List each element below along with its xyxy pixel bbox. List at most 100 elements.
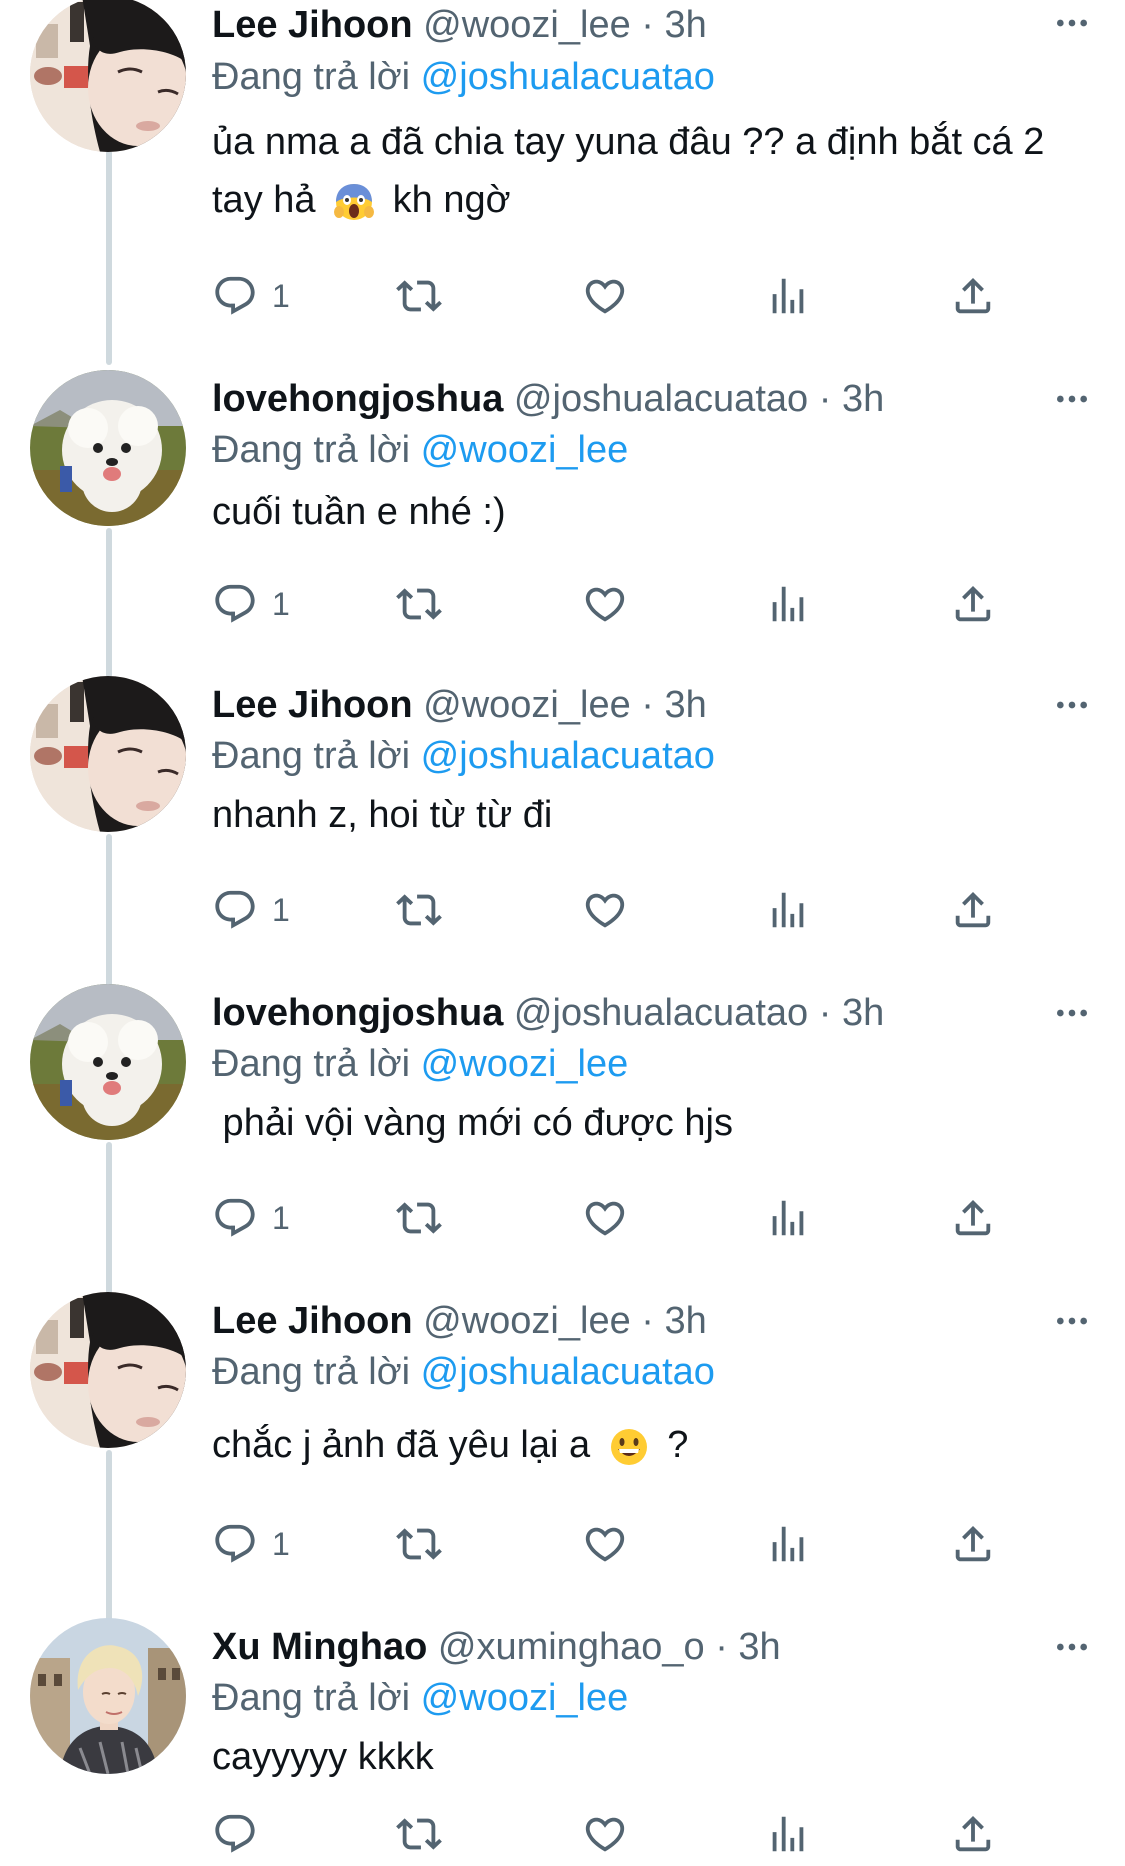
timestamp[interactable]: 3h [665, 1300, 707, 1342]
more-options-button[interactable] [1049, 682, 1095, 728]
retweet-button[interactable] [396, 1514, 442, 1574]
tweet[interactable]: Lee Jihoon @woozi_lee · 3h Đang trả lời … [0, 676, 1125, 990]
avatar[interactable] [30, 1618, 186, 1774]
tweet[interactable]: Xu Minghao @xuminghao_o · 3h Đang trả lờ… [0, 1618, 1125, 1866]
views-button[interactable] [765, 880, 811, 940]
tweet[interactable]: Lee Jihoon @woozi_lee · 3h Đang trả lời … [0, 1292, 1125, 1622]
reply-button[interactable]: 1 [212, 1188, 290, 1248]
replying-to: Đang trả lời @joshualacuatao [212, 54, 715, 100]
reply-button[interactable]: 1 [212, 1514, 290, 1574]
user-handle[interactable]: @woozi_lee [423, 684, 631, 726]
user-handle[interactable]: @joshualacuatao [514, 378, 808, 420]
avatar[interactable] [30, 984, 186, 1140]
mention-link[interactable]: @joshualacuatao [421, 735, 715, 777]
share-button[interactable] [950, 880, 996, 940]
reply-button[interactable]: 1 [212, 266, 290, 326]
like-button[interactable] [582, 1804, 628, 1864]
retweet-button[interactable] [396, 266, 442, 326]
timestamp[interactable]: 3h [842, 378, 884, 420]
thread-connector [106, 528, 112, 678]
replying-to-label: Đang trả lời [212, 735, 411, 777]
like-button[interactable] [582, 880, 628, 940]
action-bar: 1 [212, 880, 1032, 940]
timestamp[interactable]: 3h [738, 1626, 780, 1668]
mention-link[interactable]: @joshualacuatao [421, 56, 715, 98]
tweet-text-part: kh ngờ [392, 179, 511, 221]
display-name[interactable]: Lee Jihoon [212, 684, 413, 726]
reply-icon [212, 273, 258, 319]
share-button[interactable] [950, 574, 996, 634]
more-options-button[interactable] [1049, 0, 1095, 46]
thread-connector [106, 150, 112, 365]
more-options-button[interactable] [1049, 990, 1095, 1036]
views-button[interactable] [765, 1804, 811, 1864]
action-bar: 1 [212, 266, 1032, 326]
retweet-icon [396, 273, 442, 319]
timestamp[interactable]: 3h [665, 4, 707, 46]
views-button[interactable] [765, 1188, 811, 1248]
reply-icon [212, 1521, 258, 1567]
action-bar: 1 [212, 1188, 1032, 1248]
display-name[interactable]: lovehongjoshua [212, 378, 503, 420]
display-name[interactable]: lovehongjoshua [212, 992, 503, 1034]
replying-to-label: Đang trả lời [212, 429, 411, 471]
display-name[interactable]: Lee Jihoon [212, 1300, 413, 1342]
share-button[interactable] [950, 1188, 996, 1248]
reply-count: 1 [272, 585, 290, 622]
mention-link[interactable]: @woozi_lee [421, 1677, 629, 1719]
share-button[interactable] [950, 1804, 996, 1864]
reply-button[interactable]: 1 [212, 574, 290, 634]
retweet-icon [396, 1521, 442, 1567]
like-button[interactable] [582, 574, 628, 634]
avatar[interactable] [30, 0, 186, 152]
heart-icon [582, 1521, 628, 1567]
replying-to: Đang trả lời @joshualacuatao [212, 733, 715, 779]
user-handle[interactable]: @woozi_lee [423, 4, 631, 46]
retweet-button[interactable] [396, 1188, 442, 1248]
like-button[interactable] [582, 1188, 628, 1248]
share-button[interactable] [950, 266, 996, 326]
like-button[interactable] [582, 266, 628, 326]
tweet[interactable]: lovehongjoshua @joshualacuatao · 3h Đang… [0, 370, 1125, 678]
display-name[interactable]: Xu Minghao [212, 1626, 427, 1668]
retweet-button[interactable] [396, 574, 442, 634]
replying-to: Đang trả lời @woozi_lee [212, 1675, 628, 1721]
views-button[interactable] [765, 574, 811, 634]
mention-link[interactable]: @joshualacuatao [421, 1351, 715, 1393]
tweet-text: phải vội vàng mới có được hjs [212, 1102, 733, 1144]
share-button[interactable] [950, 1514, 996, 1574]
like-button[interactable] [582, 1514, 628, 1574]
tweet-header: lovehongjoshua @joshualacuatao · 3h [212, 376, 884, 422]
tweet-text: cuối tuần e nhé :) [212, 491, 506, 533]
thread-connector [106, 1450, 112, 1622]
more-options-button[interactable] [1049, 1624, 1095, 1670]
heart-icon [582, 1811, 628, 1857]
more-icon [1052, 1627, 1092, 1667]
user-handle[interactable]: @woozi_lee [423, 1300, 631, 1342]
tweet[interactable]: lovehongjoshua @joshualacuatao · 3h Đang… [0, 984, 1125, 1296]
reply-button[interactable]: 1 [212, 880, 290, 940]
timestamp[interactable]: 3h [842, 992, 884, 1034]
more-options-button[interactable] [1049, 376, 1095, 422]
tweet[interactable]: Lee Jihoon @woozi_lee · 3h Đang trả lời … [0, 0, 1125, 365]
user-handle[interactable]: @xuminghao_o [438, 1626, 705, 1668]
avatar[interactable] [30, 370, 186, 526]
display-name[interactable]: Lee Jihoon [212, 4, 413, 46]
avatar[interactable] [30, 1292, 186, 1448]
mention-link[interactable]: @woozi_lee [421, 1043, 629, 1085]
thread-connector [106, 834, 112, 990]
separator-dot: · [641, 1300, 654, 1342]
user-handle[interactable]: @joshualacuatao [514, 992, 808, 1034]
timestamp[interactable]: 3h [665, 684, 707, 726]
views-icon [765, 1195, 811, 1241]
retweet-button[interactable] [396, 880, 442, 940]
avatar[interactable] [30, 676, 186, 832]
views-button[interactable] [765, 266, 811, 326]
more-options-button[interactable] [1049, 1298, 1095, 1344]
retweet-button[interactable] [396, 1804, 442, 1864]
reply-icon [212, 581, 258, 627]
views-button[interactable] [765, 1514, 811, 1574]
reply-button[interactable] [212, 1804, 272, 1864]
tweet-header: Lee Jihoon @woozi_lee · 3h [212, 2, 707, 48]
mention-link[interactable]: @woozi_lee [421, 429, 629, 471]
